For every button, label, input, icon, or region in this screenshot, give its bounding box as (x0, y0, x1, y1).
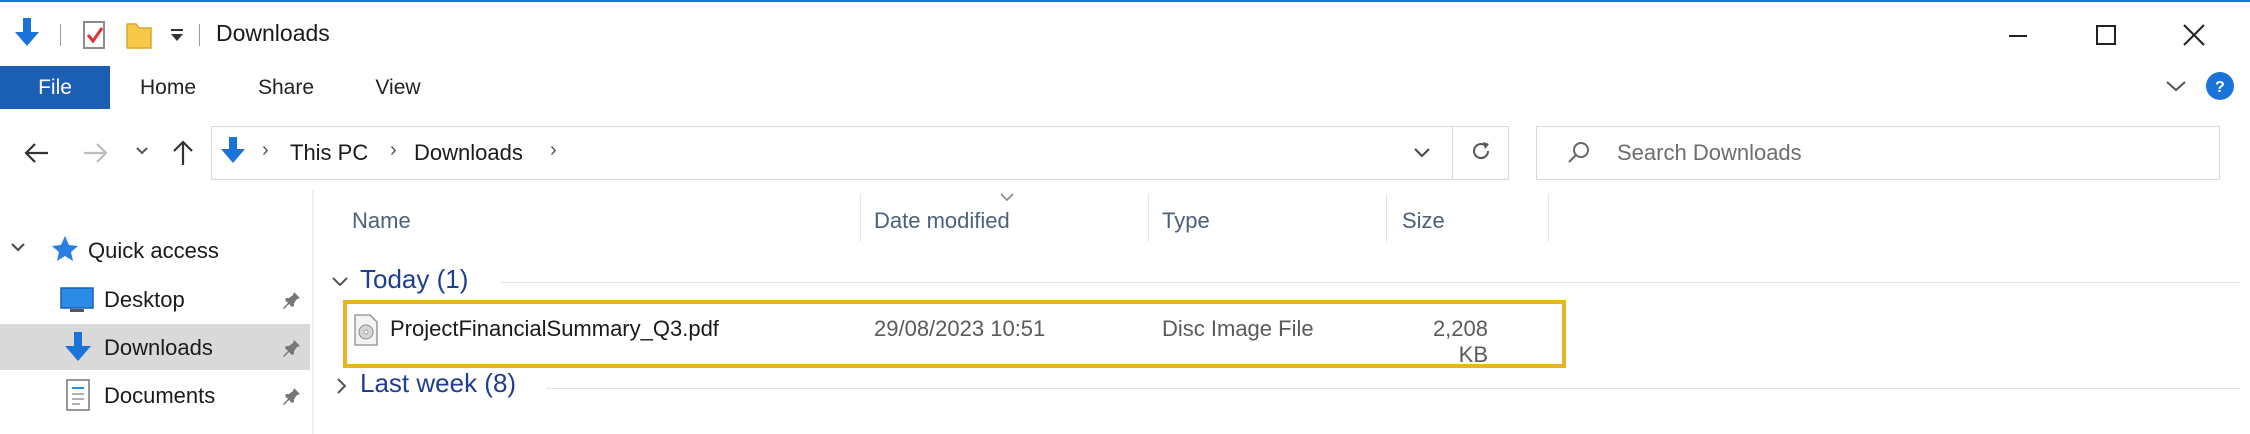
column-separator[interactable] (1548, 194, 1549, 242)
address-bar[interactable]: › This PC › Downloads › (211, 126, 1453, 180)
nav-item-documents[interactable]: Documents (0, 372, 312, 418)
star-icon (50, 234, 80, 269)
search-input[interactable]: Search Downloads (1536, 126, 2220, 180)
column-header-size[interactable]: Size (1402, 208, 1445, 234)
column-separator[interactable] (1386, 194, 1387, 242)
pin-icon[interactable] (282, 338, 302, 358)
navigation-bar: › This PC › Downloads › Search Downloads (0, 118, 2250, 190)
expand-chevron-icon[interactable] (8, 240, 28, 261)
column-separator[interactable] (1148, 194, 1149, 242)
window-title: Downloads (216, 20, 330, 46)
breadcrumb-separator-icon[interactable]: › (550, 139, 557, 162)
tab-share[interactable]: Share (236, 66, 336, 109)
document-icon (64, 378, 92, 417)
minimize-button[interactable] (1974, 2, 2062, 68)
back-arrow-icon[interactable] (22, 138, 52, 173)
refresh-icon (1469, 139, 1493, 168)
download-arrow-icon (218, 135, 248, 174)
breadcrumb-this-pc[interactable]: This PC (290, 140, 368, 166)
group-collapse-chevron-icon[interactable] (330, 274, 350, 295)
column-separator[interactable] (860, 194, 861, 242)
sort-indicator-icon (998, 190, 1016, 208)
breadcrumb-separator-icon[interactable]: › (390, 139, 397, 162)
group-expand-chevron-icon[interactable] (334, 376, 348, 401)
properties-icon[interactable] (82, 18, 108, 55)
search-placeholder: Search Downloads (1617, 140, 1802, 165)
download-arrow-icon (62, 330, 94, 369)
quick-access-label[interactable]: Quick access (88, 238, 219, 264)
column-header-date-modified[interactable]: Date modified (874, 208, 1010, 234)
tab-file[interactable]: File (0, 66, 110, 109)
group-header-last-week[interactable]: Last week (8) (360, 368, 516, 399)
new-folder-icon[interactable] (124, 18, 154, 55)
group-header-today[interactable]: Today (1) (360, 264, 468, 295)
forward-arrow-icon[interactable] (80, 138, 110, 173)
close-button[interactable] (2150, 2, 2238, 68)
pin-icon[interactable] (282, 290, 302, 310)
nav-item-label: Documents (104, 383, 216, 408)
qat-separator (199, 24, 200, 46)
ribbon-tabs: File Home Share View ? (0, 66, 2250, 112)
qat-separator (60, 24, 61, 46)
breadcrumb-separator-icon[interactable]: › (262, 139, 269, 162)
collapse-ribbon-chevron-icon[interactable] (2164, 76, 2188, 101)
address-history-chevron-icon[interactable] (1412, 145, 1432, 166)
column-header-name[interactable]: Name (352, 208, 411, 234)
search-icon (1565, 139, 1593, 172)
download-arrow-icon[interactable] (12, 16, 42, 55)
column-header-type[interactable]: Type (1162, 208, 1210, 234)
nav-item-downloads[interactable]: Downloads (0, 324, 310, 370)
pin-icon[interactable] (282, 386, 302, 406)
nav-item-label: Desktop (104, 287, 185, 312)
navigation-pane[interactable]: Quick access Desktop Downloads Documents (0, 190, 312, 434)
refresh-button[interactable] (1453, 126, 1509, 180)
help-icon[interactable]: ? (2206, 72, 2234, 100)
desktop-icon (60, 286, 94, 319)
group-divider (500, 282, 2240, 283)
recent-locations-chevron-icon[interactable] (134, 144, 150, 163)
group-divider (546, 388, 2240, 389)
nav-item-desktop[interactable]: Desktop (0, 276, 312, 322)
tab-view[interactable]: View (348, 66, 448, 109)
highlight-box (343, 300, 1566, 368)
customize-qat-icon[interactable] (168, 26, 186, 49)
tab-home[interactable]: Home (118, 66, 218, 109)
up-arrow-icon[interactable] (168, 138, 198, 173)
maximize-button[interactable] (2062, 2, 2150, 68)
svg-text:?: ? (2215, 79, 2225, 95)
breadcrumb-downloads[interactable]: Downloads (414, 140, 523, 166)
title-bar: Downloads (0, 0, 2250, 66)
nav-item-label: Downloads (104, 335, 213, 360)
